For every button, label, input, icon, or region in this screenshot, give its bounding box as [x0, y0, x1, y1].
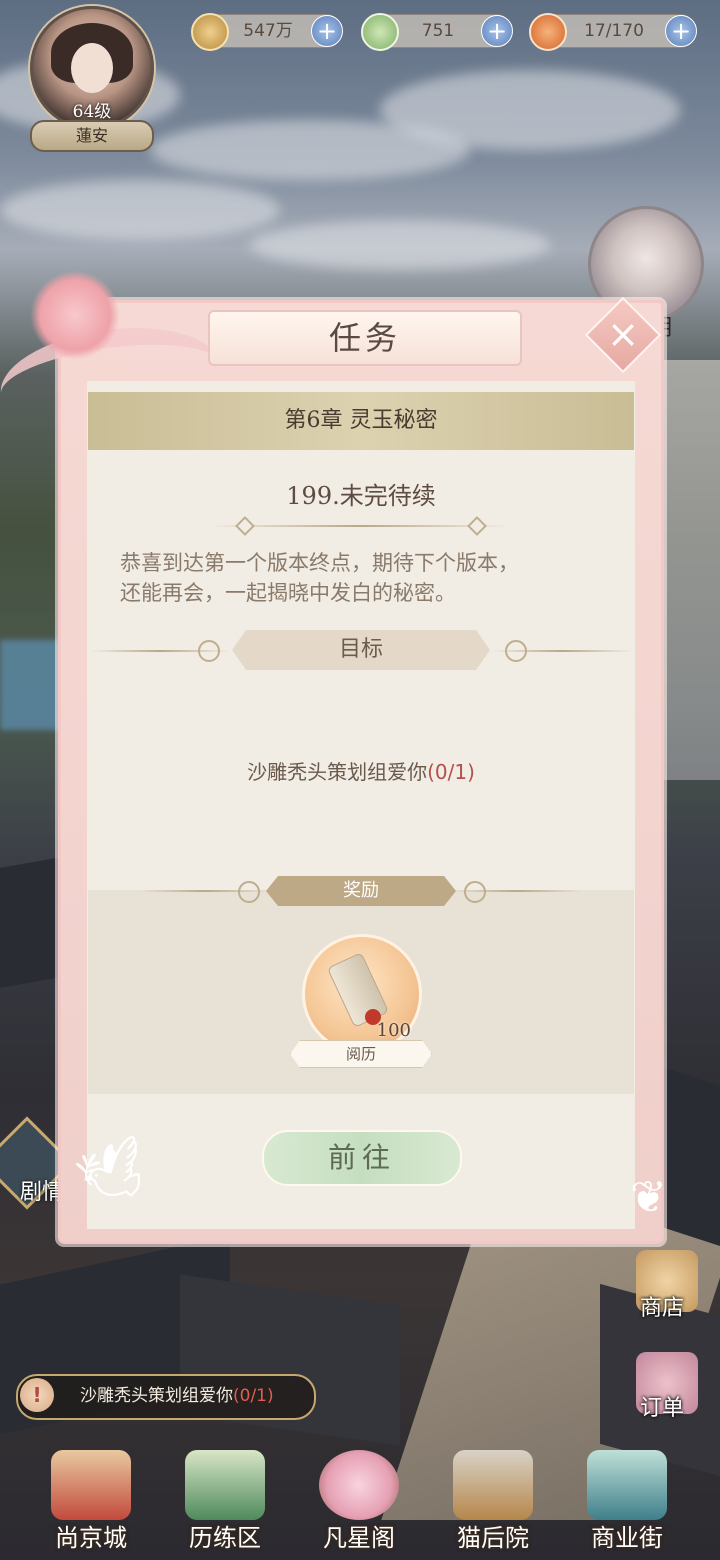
nav-cat-backyard[interactable]: 猫后院	[438, 1440, 548, 1560]
player-level: 64级	[72, 102, 112, 122]
blossom-tree-icon	[319, 1450, 399, 1520]
goal-progress: (0/1)	[427, 760, 475, 784]
nav-commerce-street[interactable]: 商业街	[572, 1440, 682, 1560]
reward-name: 阅历	[290, 1040, 432, 1068]
nav-label: 猫后院	[457, 1524, 529, 1552]
resource-jade-value: 751	[421, 21, 455, 41]
jade-icon	[361, 13, 399, 51]
close-icon: ×	[607, 312, 639, 356]
knot-ornament	[505, 640, 527, 662]
nav-label: 凡星阁	[323, 1524, 395, 1552]
add-jade-button[interactable]: +	[481, 15, 513, 47]
add-stamina-button[interactable]: +	[665, 15, 697, 47]
reward-quantity: 100	[376, 1020, 411, 1041]
quest-description: 恭喜到达第一个版本终点，期待下个版本， 还能再会，一起揭晓中发白的秘密。	[120, 548, 610, 608]
cat-basket-icon	[453, 1450, 533, 1520]
palace-icon	[51, 1450, 131, 1520]
chapter-header: 第6章 灵玉秘密	[88, 392, 634, 450]
add-coins-button[interactable]: +	[311, 15, 343, 47]
nav-label: 尚京城	[55, 1524, 127, 1552]
goal-header: 目标	[232, 630, 490, 670]
paw-coin-icon	[191, 13, 229, 51]
knot-ornament	[238, 881, 260, 903]
nav-training-area[interactable]: 历练区	[170, 1440, 280, 1560]
tracker-text: 沙雕秃头策划组爱你	[80, 1386, 233, 1406]
stamina-bowl-icon	[529, 13, 567, 51]
goal-text: 沙雕秃头策划组爱你	[247, 760, 428, 784]
tracker-progress: (0/1)	[233, 1386, 274, 1406]
knot-ornament	[464, 881, 486, 903]
mountain-icon	[185, 1450, 265, 1520]
player-name: 蓮安	[30, 120, 154, 152]
shop-label: 商店	[640, 1296, 685, 1321]
alert-icon: !	[20, 1378, 54, 1412]
reward-header: 奖励	[266, 876, 456, 906]
player-avatar[interactable]: 64级	[30, 6, 154, 130]
go-button[interactable]: 前往	[262, 1130, 462, 1186]
resource-coins-value: 547万	[243, 21, 293, 41]
butterfly-icon: ❦	[630, 1172, 667, 1223]
order-label: 订单	[640, 1396, 685, 1421]
nav-shangjing-city[interactable]: 尚京城	[36, 1440, 146, 1560]
description-line-1: 恭喜到达第一个版本终点，期待下个版本，	[120, 551, 519, 575]
nav-star-pavilion[interactable]: 凡星阁	[304, 1440, 414, 1560]
quest-tracker[interactable]: ! 沙雕秃头策划组爱你(0/1)	[16, 1374, 316, 1420]
resource-stamina-value: 17/170	[584, 21, 644, 41]
goal-objective: 沙雕秃头策划组爱你(0/1)	[88, 756, 634, 785]
gate-icon	[587, 1450, 667, 1520]
flower-decoration	[30, 270, 120, 360]
resource-stamina: 17/170 +	[529, 13, 697, 51]
nav-label: 商业街	[591, 1524, 663, 1552]
knot-ornament	[198, 640, 220, 662]
resource-jade: 751 +	[361, 13, 513, 51]
resource-coins: 547万 +	[191, 13, 343, 51]
description-line-2: 还能再会，一起揭晓中发白的秘密。	[120, 581, 456, 605]
nav-label: 历练区	[189, 1524, 261, 1552]
quest-title: 199.未完待续	[286, 482, 436, 510]
reward-item[interactable]: 100	[302, 934, 422, 1054]
dialog-title: 任务	[208, 310, 522, 366]
